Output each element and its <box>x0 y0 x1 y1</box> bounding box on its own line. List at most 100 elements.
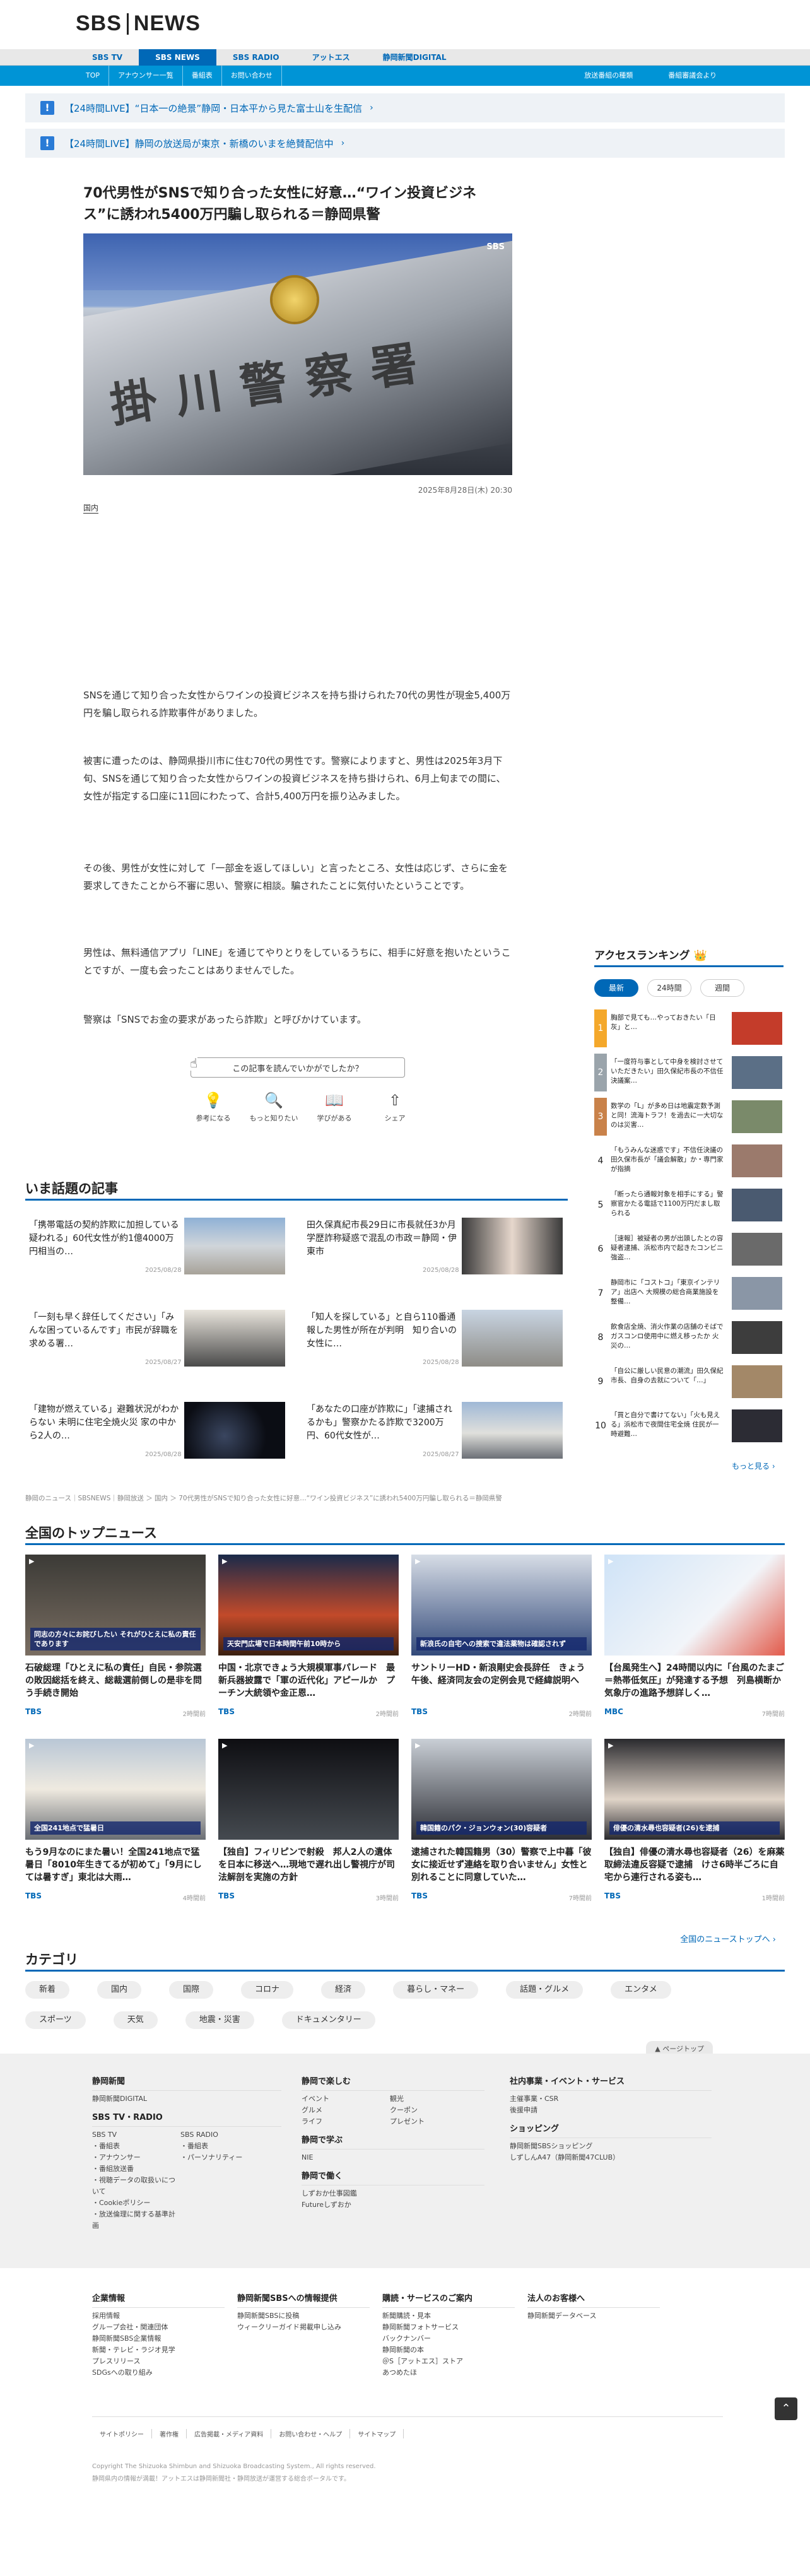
ranking-item[interactable]: 4 「もうみんな迷惑です」不信任決議の田久保市長が「議会解散」か・専門家が指摘 <box>594 1142 784 1180</box>
top-news-item[interactable]: 同志の方々にお詫びしたい それがひとえに私の責任であります ▶ 石破総理「ひとえに私… <box>25 1555 206 1720</box>
hot-topic-item[interactable]: 田久保真紀市長29日に市長就任3か月 学歴詐称疑惑で混乱の市政＝静岡・伊東市 2… <box>303 1218 568 1281</box>
footer-link[interactable]: ウィークリーガイド掲載申し込み <box>237 2322 370 2333</box>
hot-topic-item[interactable]: 「あなたの口座が詐欺に」「逮捕されるかも」警察かたる詐欺で3200万円、60代女… <box>303 1402 568 1465</box>
top-news-item[interactable]: 全国241地点で猛暑日 ▶ もう9月なのにまた暑い！全国241地点で猛暑日「8010… <box>25 1739 206 1904</box>
breadcrumb[interactable]: 静岡のニュース｜SBSNEWS｜静岡放送 ＞ 国内 ＞ 70代男性がSNSで知り… <box>25 1493 502 1503</box>
footer-link[interactable]: ＠S［アットエス］ストア <box>382 2356 515 2367</box>
footer-link[interactable]: イベント <box>302 2093 390 2105</box>
footer-link[interactable]: 観光 <box>390 2093 478 2105</box>
nav-sbs-news[interactable]: SBS NEWS <box>139 49 216 66</box>
ranking-item[interactable]: 8 飲食店全焼、消火作業の店舗のそばでガスコンロ使用中に燃え移ったか 火災の… <box>594 1319 784 1356</box>
footer-link[interactable]: ・視聴データの取扱いについて <box>92 2175 180 2197</box>
footer-link[interactable]: ・アナウンサー <box>92 2152 180 2163</box>
nav-sbs-tv[interactable]: SBS TV <box>76 49 139 66</box>
footer-link[interactable]: 採用情報 <box>92 2310 225 2322</box>
hot-topic-item[interactable]: 「携帯電話の契約詐欺に加担している疑われる」60代女性が約1億4000万円相当の… <box>25 1218 290 1281</box>
hot-topic-item[interactable]: 「知人を探している」と自ら110番通報した男性が所在が判明 知り合いの女性に… … <box>303 1310 568 1373</box>
footer-link[interactable]: ライフ <box>302 2116 390 2127</box>
nav-at-s[interactable]: アットエス <box>296 49 367 66</box>
reaction-learn-button[interactable]: 📖 学びがある <box>304 1091 365 1123</box>
nav-shizuoka-digital[interactable]: 静岡新聞DIGITAL <box>367 49 463 66</box>
tab-latest[interactable]: 最新 <box>594 979 638 997</box>
footer-link[interactable]: ・番組表 <box>92 2141 180 2152</box>
ranking-more-link[interactable]: もっと見る › <box>732 1461 775 1471</box>
footer-link[interactable]: 静岡新聞SBS企業情報 <box>92 2333 225 2344</box>
ranking-item[interactable]: 5 「断ったら通報対象を相手にする」警察官かたる電話で1100万円だまし取られる <box>594 1186 784 1224</box>
footer-link[interactable]: 静岡新聞SBSショッピング <box>510 2141 712 2152</box>
tab-weekly[interactable]: 週間 <box>700 979 744 997</box>
footer-link[interactable]: しずしんA47（静岡新聞47CLUB） <box>510 2152 712 2163</box>
reaction-helpful-button[interactable]: 💡 参考になる <box>183 1091 244 1123</box>
nav-sbs-radio[interactable]: SBS RADIO <box>216 49 296 66</box>
sbs-news-logo[interactable]: SBS NEWS <box>76 11 201 36</box>
category-chip[interactable]: 話題・グルメ <box>506 1981 584 1999</box>
subnav-contact[interactable]: お問い合わせ <box>222 66 282 86</box>
all-news-link[interactable]: 全国のニューストップへ › <box>680 1932 776 1944</box>
category-chip[interactable]: エンタメ <box>611 1981 671 1999</box>
article-category[interactable]: 国内 <box>83 502 99 514</box>
footer-bottom-link[interactable]: 著作権 <box>152 2429 187 2438</box>
footer-link[interactable]: ・番組放送番 <box>92 2163 180 2175</box>
ranking-item[interactable]: 9 「自公に厳しい民意の潮流」田久保紀市長、自身の去就について「…」 <box>594 1363 784 1401</box>
footer-link[interactable]: 静岡新聞SBSに投稿 <box>237 2310 370 2322</box>
category-chip[interactable]: コロナ <box>241 1981 294 1999</box>
footer-link[interactable]: 静岡新聞DIGITAL <box>92 2093 281 2105</box>
top-news-item[interactable]: 俳優の清水尋也容疑者(26)を逮捕 ▶ 【独自】俳優の清水尋也容疑者（26）を麻薬取… <box>604 1739 785 1904</box>
top-news-item[interactable]: 韓国籍のパク・ジョンウォン(30)容疑者 ▶ 逮捕された韓国籍男（30）警察で上中暮… <box>411 1739 592 1904</box>
footer-link[interactable]: SDGsへの取り組み <box>92 2367 225 2379</box>
top-news-item[interactable]: ▶ 【独自】フィリピンで射殺 邦人2人の遺体を日本に移送へ…現地で遅れ出し警視庁が… <box>218 1739 399 1904</box>
category-chip[interactable]: 国際 <box>169 1981 214 1999</box>
subnav-announcers[interactable]: アナウンサー一覧 <box>109 66 183 86</box>
footer-link[interactable]: 静岡新聞の本 <box>382 2344 515 2356</box>
footer-link[interactable]: 新聞・テレビ・ラジオ見学 <box>92 2344 225 2356</box>
share-button[interactable]: ⇧ シェア <box>365 1091 425 1123</box>
footer-link[interactable]: 後援申請 <box>510 2105 712 2116</box>
footer-link[interactable]: SBS TV <box>92 2129 180 2141</box>
top-news-item[interactable]: 新浪氏の自宅への捜索で違法薬物は確認されず ▶ サントリーHD・新浪剛史会長辞任 き… <box>411 1555 592 1720</box>
footer-link[interactable]: 静岡新聞データベース <box>527 2310 660 2322</box>
subnav-top[interactable]: TOP <box>77 66 110 86</box>
live-alert-2[interactable]: ! 【24時間LIVE】静岡の放送局が東京・新橋のいまを絶賛配信中 › <box>25 129 785 158</box>
category-chip[interactable]: スポーツ <box>25 2011 86 2029</box>
footer-bottom-link[interactable]: お問い合わせ・ヘルプ <box>271 2429 351 2438</box>
footer-link[interactable]: 主催事業・CSR <box>510 2093 712 2105</box>
ranking-item[interactable]: 7 静岡市に「コストコ」「東京インテリア」出店へ 大規模の総合商業施設を整備… <box>594 1274 784 1312</box>
footer-bottom-link[interactable]: サイトポリシー <box>92 2429 152 2438</box>
subnav-program-types[interactable]: 放送番組の種類 <box>566 66 650 86</box>
footer-bottom-link[interactable]: 広告掲載・メディア資料 <box>187 2429 272 2438</box>
hot-topic-item[interactable]: 「建物が燃えている」避難状況がわからない 未明に住宅全焼火災 家の中から2人の…… <box>25 1402 290 1465</box>
footer-link[interactable]: グルメ <box>302 2105 390 2116</box>
category-chip[interactable]: 新着 <box>25 1981 70 1999</box>
ranking-item[interactable]: 6 ［速報］被疑者の男が出頭したとの容疑者逮捕、浜松市内で起きたコンビニ強盗… <box>594 1230 784 1268</box>
category-chip[interactable]: 地震・災害 <box>185 2011 254 2029</box>
footer-link[interactable]: プレスリリース <box>92 2356 225 2367</box>
hot-topic-item[interactable]: 「一刻も早く辞任してください」「みんな困っているんです」市民が辞職を求める署… … <box>25 1310 290 1373</box>
top-news-item[interactable]: 天安門広場で日本時間午前10時から ▶ 中国・北京できょう大規模軍事パレード 最新兵… <box>218 1555 399 1720</box>
subnav-program-guide[interactable]: 番組表 <box>183 66 222 86</box>
footer-link[interactable]: クーポン <box>390 2105 478 2116</box>
tab-24h[interactable]: 24時間 <box>647 979 691 997</box>
footer-link[interactable]: あつめたほ <box>382 2367 515 2379</box>
footer-link[interactable]: ・放送倫理に関する基準計画 <box>92 2209 180 2232</box>
footer-link[interactable]: グループ会社・関連団体 <box>92 2322 225 2333</box>
footer-link[interactable]: プレゼント <box>390 2116 478 2127</box>
scroll-top-button[interactable]: ⌃ <box>775 2397 797 2420</box>
reaction-more-button[interactable]: 🔍 もっと知りたい <box>244 1091 304 1123</box>
category-chip[interactable]: 経済 <box>321 1981 366 1999</box>
ranking-item[interactable]: 10 「買と自分で書けてない」「火も見える」浜松市で夜間住宅全焼 住民が一時避難… <box>594 1407 784 1445</box>
ranking-item[interactable]: 1 胸部で見ても…やっておきたい「日灰」と… <box>594 1009 784 1047</box>
subnav-council[interactable]: 番組審議会より <box>650 66 734 86</box>
footer-link[interactable]: 新聞購読・見本 <box>382 2310 515 2322</box>
footer-bottom-link[interactable]: サイトマップ <box>350 2429 404 2438</box>
footer-link[interactable]: ・パーソナリティー <box>180 2152 269 2163</box>
footer-link[interactable]: NIE <box>302 2152 484 2163</box>
footer-link[interactable]: Futureしずおか <box>302 2199 484 2211</box>
category-chip[interactable]: 国内 <box>97 1981 142 1999</box>
footer-link[interactable]: SBS RADIO <box>180 2129 269 2141</box>
footer-link[interactable]: 静岡新聞フォトサービス <box>382 2322 515 2333</box>
ranking-item[interactable]: 2 「一度符与事として中身を検討させていただきたい」田久保紀市長の不信任決議案… <box>594 1054 784 1091</box>
footer-link[interactable]: ・Cookieポリシー <box>92 2197 180 2209</box>
category-chip[interactable]: 暮らし・マネー <box>393 1981 479 1999</box>
category-chip[interactable]: ドキュメンタリー <box>281 2011 375 2029</box>
ranking-item[interactable]: 3 数学の「L」が多め日は地震定数予測と同！流海トラフ！を過去に一大切なのは災害… <box>594 1098 784 1136</box>
